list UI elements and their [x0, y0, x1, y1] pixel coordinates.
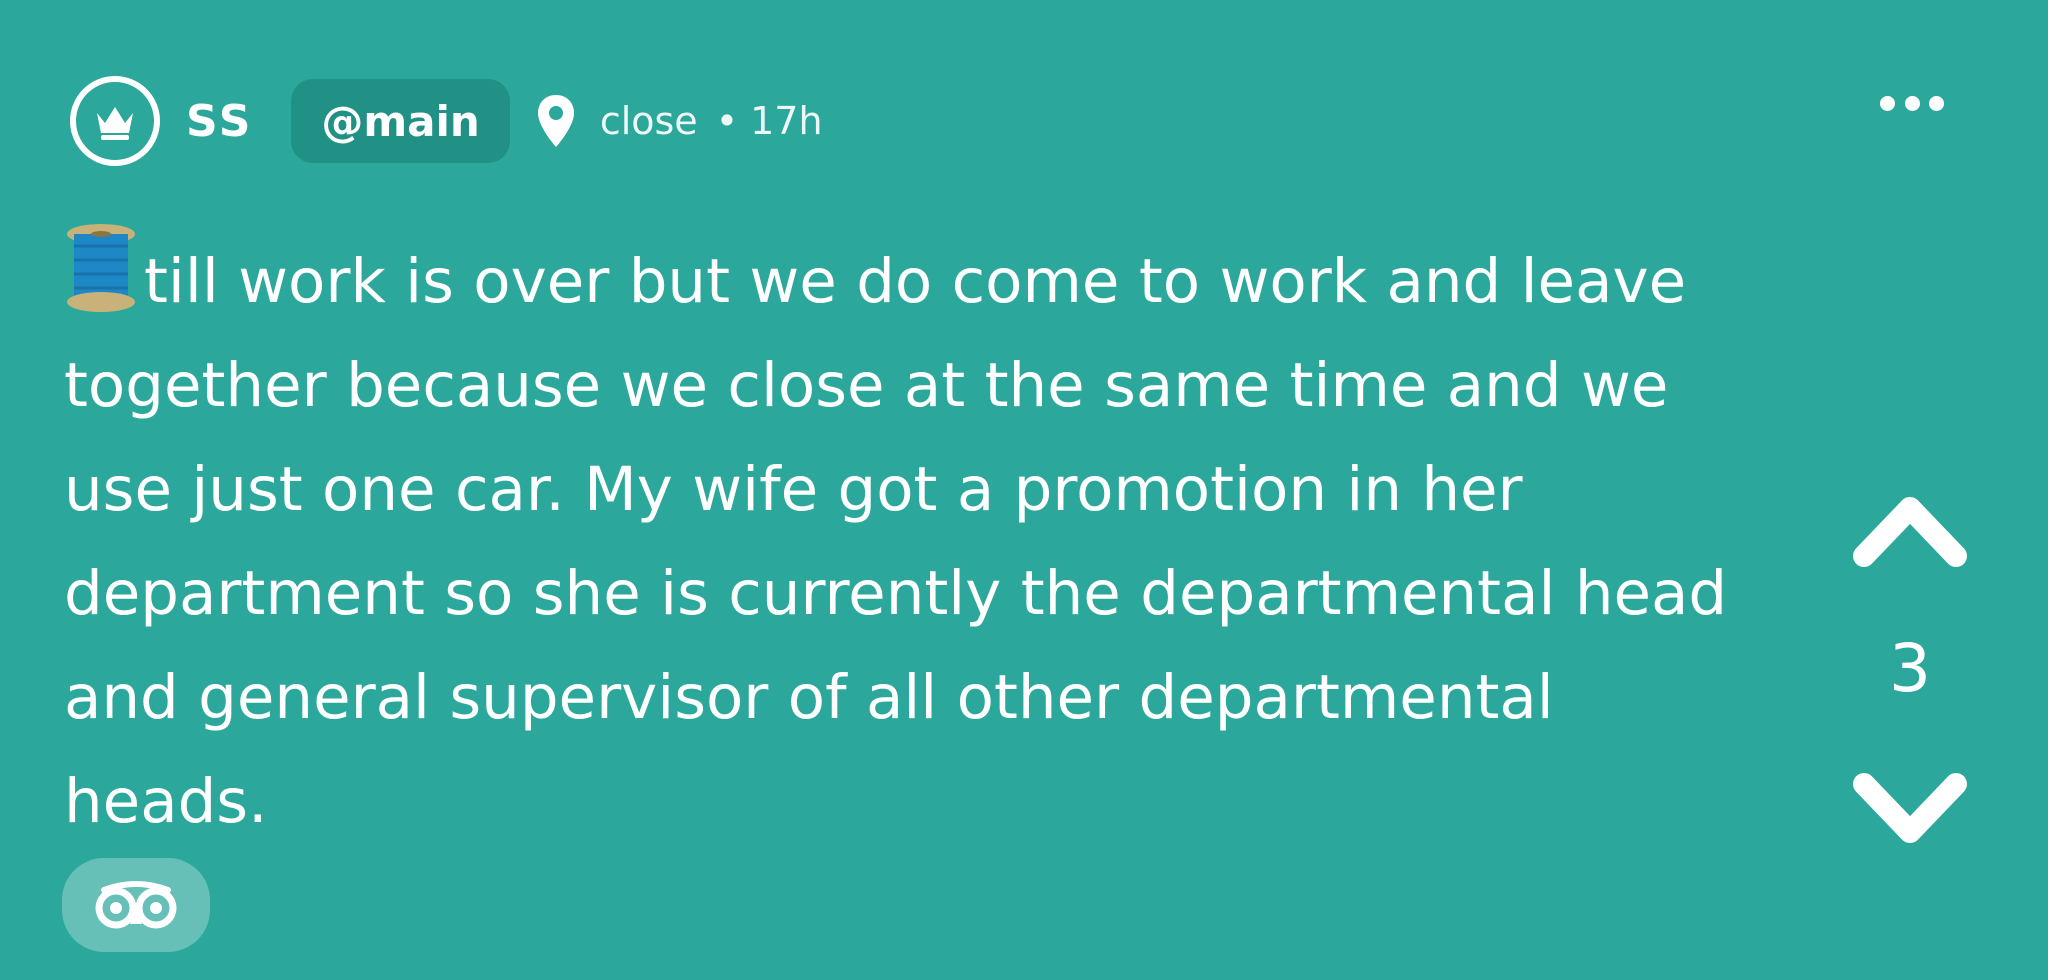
location-label[interactable]: close	[600, 99, 698, 143]
ellipsis-dot	[1880, 95, 1895, 111]
crown-icon	[97, 107, 133, 140]
post-card: SS @main close • 17h till work is over b…	[0, 0, 2048, 980]
chevron-down-icon	[1853, 773, 1967, 843]
post-text: till work is over but we do come to work…	[64, 246, 1728, 837]
community-label: @main	[321, 96, 480, 146]
awards-button[interactable]	[62, 858, 210, 952]
post-time: 17h	[750, 99, 823, 143]
post-body: till work is over but we do come to work…	[64, 222, 1744, 854]
ellipsis-dot	[1929, 95, 1944, 111]
vote-count: 3	[1889, 630, 1931, 707]
post-header: SS @main close • 17h	[70, 76, 823, 166]
thread-spool-emoji	[64, 222, 138, 314]
chevron-up-icon	[1853, 497, 1967, 567]
meta-separator: •	[715, 99, 739, 143]
map-pin-icon	[536, 92, 576, 150]
downvote-button[interactable]	[1852, 770, 1968, 850]
community-tag[interactable]: @main	[291, 79, 510, 163]
more-options-button[interactable]	[1880, 88, 1944, 118]
upvote-button[interactable]	[1852, 490, 1968, 570]
author-avatar[interactable]	[70, 76, 160, 166]
owl-eyes-icon	[95, 881, 177, 929]
ellipsis-dot	[1904, 95, 1920, 111]
author-name[interactable]: SS	[186, 96, 253, 147]
